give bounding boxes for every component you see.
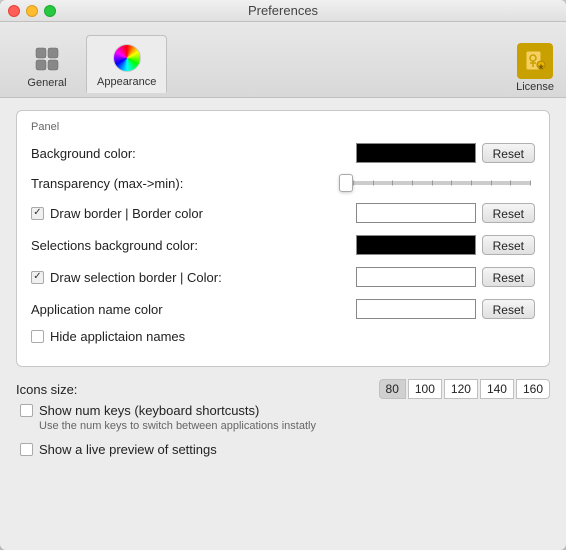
show-live-preview-checkbox[interactable]: [20, 443, 33, 456]
show-num-keys-checkbox[interactable]: [20, 404, 33, 417]
draw-border-row: ✓ Draw border | Border color Reset: [31, 201, 535, 225]
background-color-row: Background color: Reset: [31, 141, 535, 165]
panel-group: Panel Background color: Reset Transparen…: [16, 110, 550, 367]
draw-selection-border-row: ✓ Draw selection border | Color: Reset: [31, 265, 535, 289]
tab-appearance-label: Appearance: [97, 76, 156, 88]
selection-border-color-swatch[interactable]: [356, 267, 476, 287]
draw-selection-border-reset[interactable]: Reset: [482, 267, 535, 287]
transparency-label: Transparency (max->min):: [31, 176, 183, 191]
background-color-reset[interactable]: Reset: [482, 143, 535, 163]
transparency-slider-container: [335, 173, 535, 193]
show-num-keys-sublabel: Use the num keys to switch between appli…: [39, 420, 546, 432]
panel-legend: Panel: [31, 121, 535, 133]
draw-border-label: Draw border | Border color: [50, 206, 203, 221]
size-option-120[interactable]: 120: [444, 379, 478, 399]
app-name-color-label: Application name color: [31, 302, 163, 317]
tab-general-label: General: [27, 77, 66, 89]
show-num-keys-row: Show num keys (keyboard shortcusts) Use …: [20, 403, 546, 432]
tab-appearance[interactable]: Appearance: [86, 35, 167, 93]
selections-bg-reset[interactable]: Reset: [482, 235, 535, 255]
preferences-window: Preferences General: [0, 0, 566, 550]
selections-bg-label: Selections background color:: [31, 238, 198, 253]
show-num-keys-label: Show num keys (keyboard shortcusts): [39, 403, 259, 418]
hide-app-names-label: Hide applictaion names: [50, 329, 185, 344]
icons-size-row: Icons size: 80 100 120 140 160: [16, 379, 550, 399]
window-title: Preferences: [248, 3, 318, 18]
toolbar-tabs: General Appearance: [12, 35, 167, 93]
license-icon[interactable]: ★: [517, 43, 553, 79]
draw-selection-border-checkmark: ✓: [33, 272, 41, 282]
draw-border-checkmark: ✓: [33, 208, 41, 218]
draw-selection-border-label: Draw selection border | Color:: [50, 270, 222, 285]
toolbar: General Appearance ★: [0, 22, 566, 98]
size-option-80[interactable]: 80: [379, 379, 406, 399]
tab-general[interactable]: General: [12, 37, 82, 93]
license-label: License: [516, 81, 554, 93]
transparency-row: Transparency (max->min):: [31, 173, 535, 193]
minimize-button[interactable]: [26, 5, 38, 17]
close-button[interactable]: [8, 5, 20, 17]
transparency-slider-thumb[interactable]: [339, 174, 353, 192]
app-name-color-reset[interactable]: Reset: [482, 299, 535, 319]
icons-size-label: Icons size:: [16, 382, 77, 397]
transparency-slider-track: [339, 181, 531, 185]
draw-border-checkbox[interactable]: ✓: [31, 207, 44, 220]
background-color-label: Background color:: [31, 146, 136, 161]
icons-size-options: 80 100 120 140 160: [379, 379, 550, 399]
svg-text:★: ★: [538, 63, 545, 71]
license-section: ★ License: [516, 43, 554, 93]
main-content: Panel Background color: Reset Transparen…: [0, 98, 566, 550]
size-option-160[interactable]: 160: [516, 379, 550, 399]
show-live-preview-label: Show a live preview of settings: [39, 442, 217, 457]
app-name-color-swatch[interactable]: [356, 299, 476, 319]
appearance-icon: [111, 42, 143, 74]
bottom-section: Show num keys (keyboard shortcusts) Use …: [16, 403, 550, 459]
show-live-preview-row: Show a live preview of settings: [20, 442, 546, 459]
size-option-140[interactable]: 140: [480, 379, 514, 399]
background-color-swatch[interactable]: [356, 143, 476, 163]
app-name-color-row: Application name color Reset: [31, 297, 535, 321]
show-live-preview-top: Show a live preview of settings: [20, 442, 546, 457]
hide-app-names-checkbox[interactable]: [31, 330, 44, 343]
titlebar: Preferences: [0, 0, 566, 22]
window-controls: [8, 5, 56, 17]
show-num-keys-top: Show num keys (keyboard shortcusts): [20, 403, 546, 418]
selections-bg-swatch[interactable]: [356, 235, 476, 255]
maximize-button[interactable]: [44, 5, 56, 17]
border-color-swatch[interactable]: [356, 203, 476, 223]
general-icon: [31, 43, 63, 75]
size-option-100[interactable]: 100: [408, 379, 442, 399]
hide-app-names-row: Hide applictaion names: [31, 329, 535, 344]
draw-selection-border-checkbox[interactable]: ✓: [31, 271, 44, 284]
selections-bg-row: Selections background color: Reset: [31, 233, 535, 257]
draw-border-reset[interactable]: Reset: [482, 203, 535, 223]
